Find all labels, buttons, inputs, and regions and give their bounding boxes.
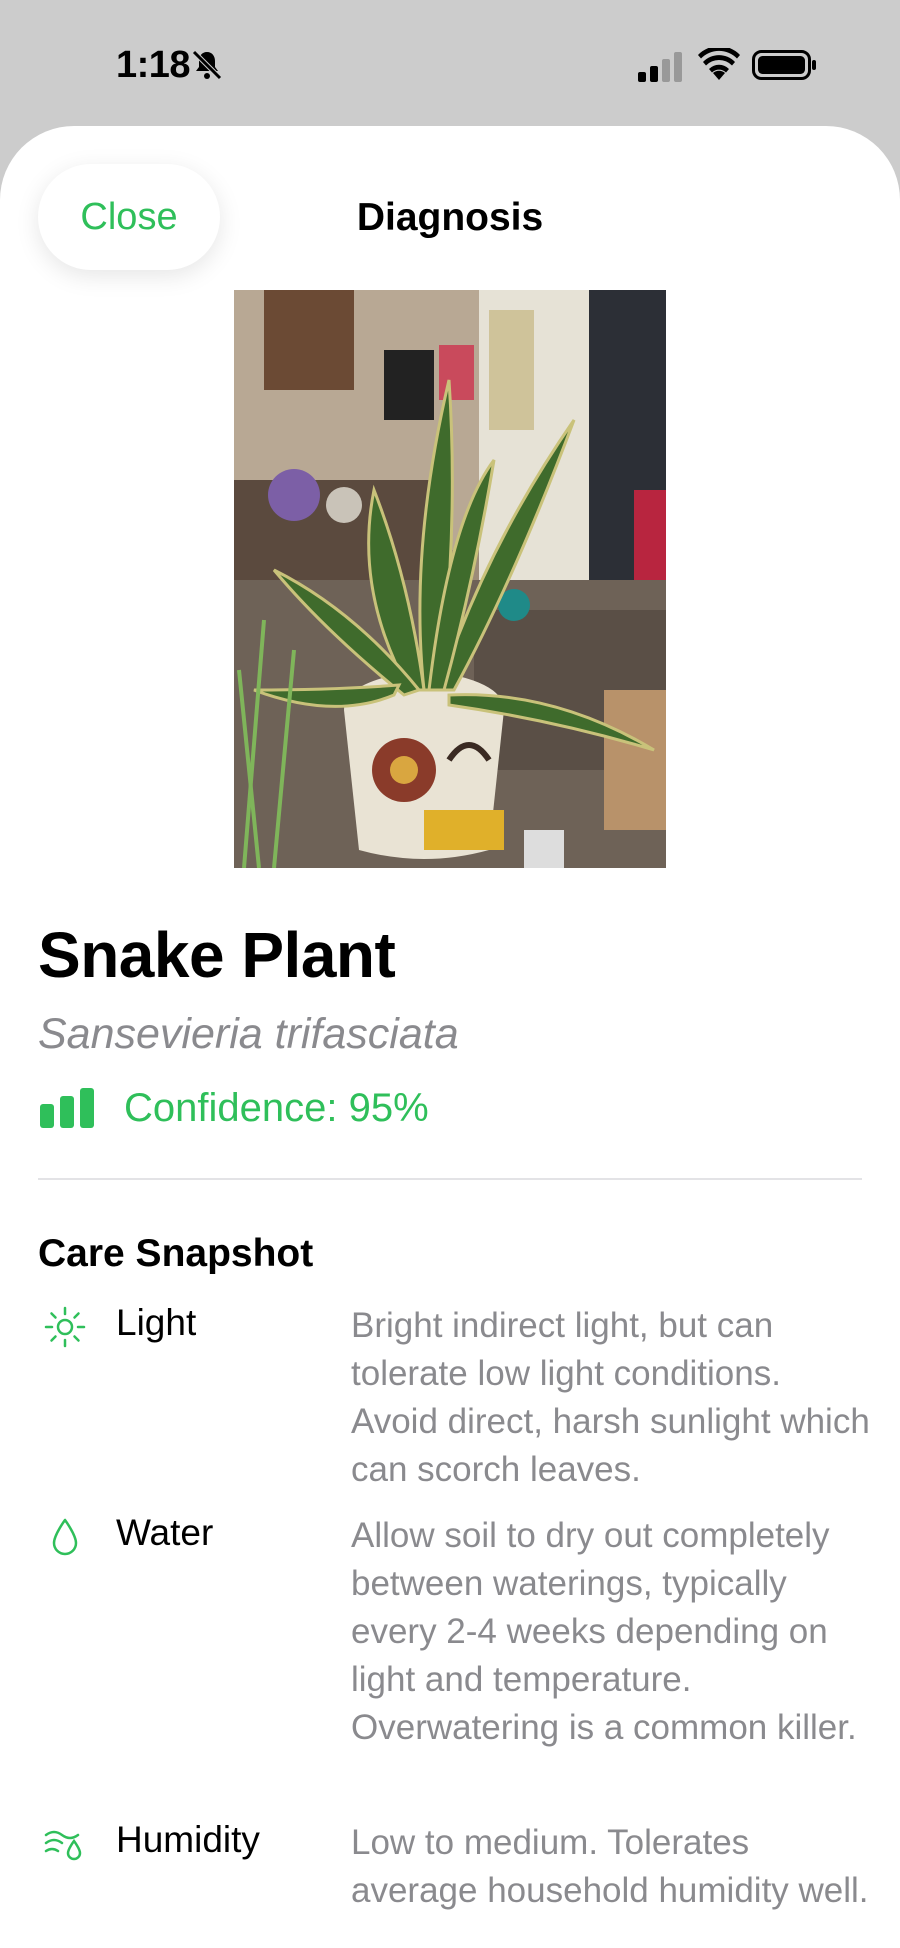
battery-icon bbox=[752, 50, 816, 80]
nav-bar: Close Diagnosis bbox=[0, 126, 900, 286]
care-item-water: Water Allow soil to dry out completely b… bbox=[38, 1512, 862, 1812]
plant-photo bbox=[234, 290, 666, 868]
bell-slash-icon bbox=[192, 50, 222, 80]
confidence-bars-icon bbox=[40, 1088, 94, 1128]
status-bar: 1:18 bbox=[0, 0, 900, 128]
humidity-icon bbox=[44, 1830, 82, 1861]
diagnosis-sheet: Close Diagnosis Snake Plant Sansevieria … bbox=[0, 126, 900, 1948]
care-snapshot-title: Care Snapshot bbox=[38, 1232, 314, 1275]
plant-scientific-name: Sansevieria trifasciata bbox=[38, 1010, 459, 1058]
confidence-row: Confidence: 95% bbox=[38, 1084, 429, 1132]
confidence-value: Confidence: 95% bbox=[124, 1085, 429, 1130]
care-item-label: Light bbox=[116, 1302, 197, 1343]
care-item-light: Light Bright indirect light, but can tol… bbox=[38, 1302, 870, 1502]
sun-icon bbox=[44, 1306, 86, 1348]
cellular-signal-icon bbox=[638, 52, 682, 82]
care-item-description: Bright indirect light, but can tolerate … bbox=[351, 1306, 870, 1489]
care-item-label: Water bbox=[116, 1512, 214, 1553]
nav-title: Diagnosis bbox=[356, 196, 544, 239]
care-item-label: Humidity bbox=[116, 1819, 260, 1860]
plant-common-name: Snake Plant bbox=[38, 919, 396, 991]
wifi-icon bbox=[698, 48, 740, 80]
care-item-description: Low to medium. Tolerates average househo… bbox=[351, 1823, 869, 1910]
water-drop-icon bbox=[52, 1518, 78, 1556]
status-time: 1:18 bbox=[116, 44, 191, 86]
care-item-humidity: Humidity Low to medium. Tolerates averag… bbox=[38, 1819, 869, 1948]
care-item-description: Allow soil to dry out completely between… bbox=[351, 1516, 857, 1747]
divider bbox=[38, 1178, 862, 1180]
